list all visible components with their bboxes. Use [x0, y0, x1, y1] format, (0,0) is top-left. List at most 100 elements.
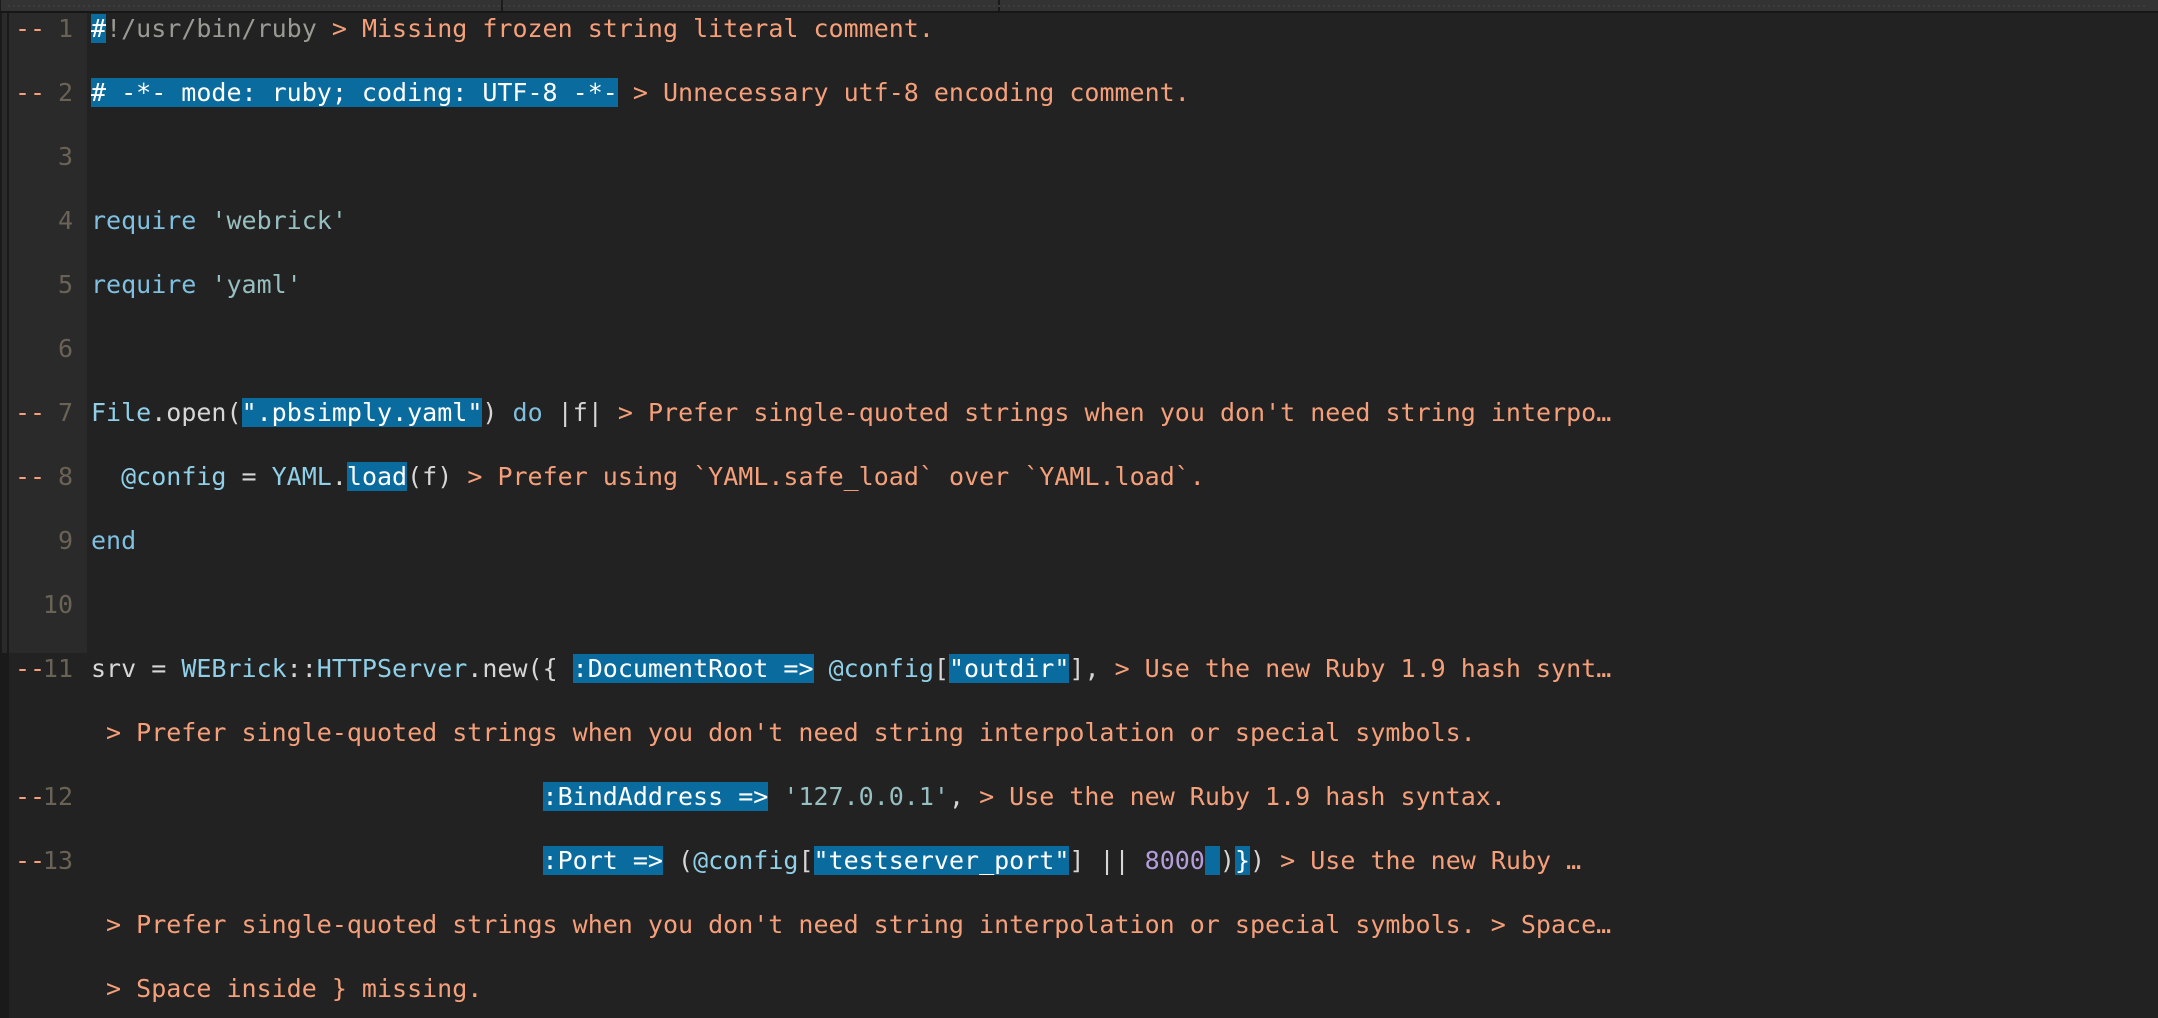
- code-token: > Use the new Ruby 1.9 hash synt: [1114, 654, 1597, 683]
- code-line-row[interactable]: 6: [9, 333, 2158, 365]
- code-text[interactable]: File.open(".pbsimply.yaml") do |f| > Pre…: [91, 397, 2157, 429]
- code-token: ): [1219, 846, 1235, 875]
- code-line-row[interactable]: 10: [9, 589, 2158, 621]
- line-number: 12: [42, 782, 73, 811]
- tab-strip-texture: [8, 5, 2148, 7]
- code-token: do: [512, 398, 543, 427]
- code-token: …: [1596, 654, 1612, 683]
- offense-highlight: "testserver_port": [813, 846, 1070, 875]
- code-token: 'webrick': [211, 206, 347, 235]
- code-text[interactable]: srv = WEBrick::HTTPServer.new({ :Documen…: [91, 653, 2157, 685]
- code-token: srv: [91, 654, 137, 683]
- code-text[interactable]: require 'webrick': [91, 205, 2157, 237]
- code-text[interactable]: [91, 589, 2157, 621]
- line-number: 10: [42, 590, 73, 619]
- code-token: '127.0.0.1': [783, 782, 949, 811]
- line-number: 8: [57, 462, 73, 491]
- code-token: @config: [828, 654, 934, 683]
- code-line-row[interactable]: 9 end: [9, 525, 2158, 557]
- code-text[interactable]: > Space inside } missing.: [91, 973, 2157, 1005]
- offense-highlight: }: [1234, 846, 1251, 875]
- code-line-row[interactable]: -- 2 # -*- mode: ruby; coding: UTF-8 -*- >…: [9, 77, 2158, 109]
- code-token: [: [933, 654, 949, 683]
- code-token: 'yaml': [211, 270, 302, 299]
- code-token: open: [166, 398, 227, 427]
- code-text[interactable]: :Port => (@config["testserver_port"] || …: [91, 845, 2157, 877]
- code-token: > Use the new Ruby: [1280, 846, 1567, 875]
- code-token: =: [226, 462, 272, 491]
- line-number: 4: [57, 206, 73, 235]
- code-text[interactable]: # -*- mode: ruby; coding: UTF-8 -*- > Un…: [91, 77, 2157, 109]
- code-token: @config: [121, 462, 227, 491]
- code-text[interactable]: [91, 333, 2157, 365]
- code-text[interactable]: end: [91, 525, 2157, 557]
- code-line-row[interactable]: -- 11 srv = WEBrick::HTTPServer.new({ :Doc…: [9, 653, 2158, 685]
- code-text[interactable]: require 'yaml': [91, 269, 2157, 301]
- offense-highlight: [1204, 846, 1220, 875]
- code-line-row[interactable]: -- 1 #!/usr/bin/ruby > Missing frozen stri…: [9, 13, 2158, 45]
- editor-body[interactable]: -- 1 #!/usr/bin/ruby > Missing frozen stri…: [9, 13, 2158, 1018]
- code-text[interactable]: @config = YAML.load(f) > Prefer using `Y…: [91, 461, 2157, 493]
- code-token: @config: [693, 846, 799, 875]
- code-token: File: [91, 398, 152, 427]
- line-number: 5: [57, 270, 73, 299]
- code-token: .: [467, 654, 483, 683]
- offense-highlight: :BindAddress =>: [542, 782, 769, 811]
- code-token: HTTPServer: [316, 654, 468, 683]
- code-token: ] ||: [1069, 846, 1145, 875]
- line-number: 6: [57, 334, 73, 363]
- code-line-row[interactable]: 4 require 'webrick': [9, 205, 2158, 237]
- code-token: …: [1596, 910, 1612, 939]
- code-text[interactable]: [91, 141, 2157, 173]
- code-line-row[interactable]: -- 7 File.open(".pbsimply.yaml") do |f| > …: [9, 397, 2158, 429]
- code-text[interactable]: > Prefer single-quoted strings when you …: [91, 717, 2157, 749]
- line-number: 11: [42, 654, 73, 683]
- left-scrollbar-rail[interactable]: [0, 13, 9, 1018]
- code-text[interactable]: > Prefer single-quoted strings when you …: [91, 909, 2157, 941]
- code-token: …: [1596, 398, 1612, 427]
- code-token: > Prefer using `YAML.safe_load` over `YA…: [467, 462, 1205, 491]
- code-line-row[interactable]: -- 12 :BindAddress => '127.0.0.1', > Use …: [9, 781, 2158, 813]
- line-number: 9: [57, 526, 73, 555]
- diagnostic-continuation-row[interactable]: > Prefer single-quoted strings when you …: [9, 717, 2158, 749]
- code-text[interactable]: :BindAddress => '127.0.0.1', > Use the n…: [91, 781, 2157, 813]
- offense-highlight: load: [346, 462, 408, 491]
- diagnostic-continuation-row[interactable]: > Prefer single-quoted strings when you …: [9, 909, 2158, 941]
- diagnostic-continuation-row[interactable]: > Space inside } missing.: [9, 973, 2158, 1005]
- code-text[interactable]: #!/usr/bin/ruby > Missing frozen string …: [91, 13, 2157, 45]
- offense-highlight: :DocumentRoot =>: [572, 654, 814, 683]
- code-token: require: [91, 206, 197, 235]
- code-token: > Use the new Ruby 1.9 hash syntax.: [979, 782, 1506, 811]
- code-token: WEBrick: [181, 654, 287, 683]
- scrollbar-thumb[interactable]: [2, 13, 7, 653]
- code-line-row[interactable]: -- 13 :Port => (@config["testserver_port"…: [9, 845, 2158, 877]
- code-token: > Prefer single-quoted strings when you …: [91, 910, 1597, 939]
- code-token: !/usr/bin/ruby: [106, 14, 317, 43]
- code-token: [: [798, 846, 814, 875]
- code-token: …: [1566, 846, 1582, 875]
- code-token: .: [151, 398, 167, 427]
- code-token: (f): [407, 462, 468, 491]
- code-token: ): [1250, 846, 1281, 875]
- line-number: 3: [57, 142, 73, 171]
- code-token: ): [482, 398, 498, 427]
- code-token: ::: [286, 654, 317, 683]
- offense-highlight: ".pbsimply.yaml": [241, 398, 483, 427]
- code-token: ({: [527, 654, 573, 683]
- code-token: > Missing frozen string literal comment.: [331, 14, 934, 43]
- code-line-row[interactable]: 5 require 'yaml': [9, 269, 2158, 301]
- code-token: ,: [948, 782, 980, 811]
- code-line-row[interactable]: 3: [9, 141, 2158, 173]
- code-rows: -- 1 #!/usr/bin/ruby > Missing frozen stri…: [9, 13, 2158, 1003]
- code-line-row[interactable]: -- 8 @config = YAML.load(f) > Prefer usin…: [9, 461, 2158, 493]
- window-tab-strip[interactable]: [0, 0, 2158, 13]
- offense-highlight: #: [91, 14, 107, 43]
- code-token: > Unnecessary utf-8 encoding comment.: [632, 78, 1190, 107]
- code-token: |f|: [542, 398, 618, 427]
- offense-highlight: "outdir": [948, 654, 1070, 683]
